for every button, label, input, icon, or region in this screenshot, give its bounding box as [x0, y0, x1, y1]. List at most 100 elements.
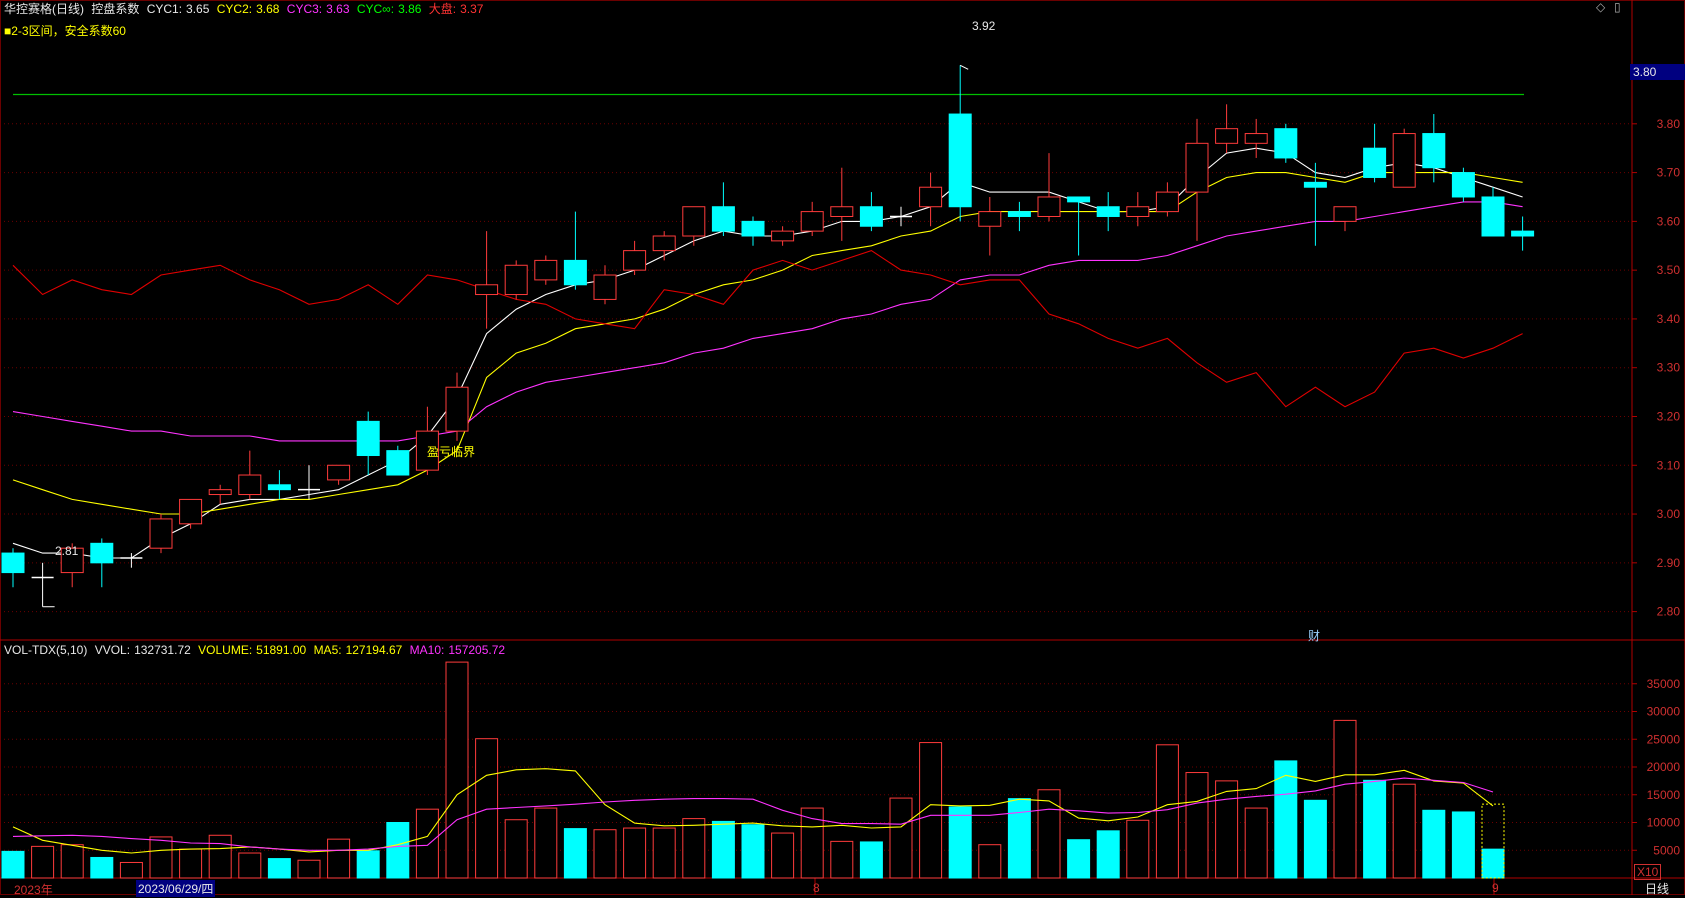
ma5-value: 127194.67 [345, 643, 403, 657]
volume-bar-up [771, 832, 795, 879]
volume-bar-up [179, 848, 203, 879]
volume-bar-up [682, 818, 706, 879]
volume-bar-down [948, 806, 972, 879]
cyc3-label: CYC3: [286, 2, 323, 16]
window-close-icon[interactable]: ▯ [1614, 0, 1621, 14]
high-price-label: 3.92 [972, 19, 996, 33]
cyc3-value: 3.63 [326, 2, 350, 16]
volume-bar-up [978, 844, 1002, 879]
candle-up [179, 498, 203, 525]
volume-bar-down [1451, 811, 1475, 879]
volume-tick-label: 10000 [1647, 816, 1681, 830]
cycinf-value: 3.86 [398, 2, 422, 16]
candle-up [1155, 191, 1179, 213]
volume-bar-down [711, 820, 735, 879]
window-restore-icon[interactable]: ◇ [1596, 0, 1605, 14]
volume-bar-down [563, 828, 587, 879]
price-tick-label: 2.90 [1657, 556, 1681, 570]
volume-label: VOLUME: [198, 643, 253, 657]
candle-down [1422, 133, 1446, 169]
volume-value: 51891.00 [256, 643, 307, 657]
volume-bar-up [889, 797, 913, 879]
ma5-label: MA5: [313, 643, 342, 657]
volume-bar-down [356, 850, 380, 879]
cyc2-line [12, 172, 1523, 515]
volume-bar-up [1185, 772, 1209, 879]
volume-bar-down [1067, 839, 1091, 879]
price-tick-label: 3.40 [1657, 312, 1681, 326]
cyc2-value: 3.68 [256, 2, 280, 16]
volume-bar-down [267, 858, 291, 879]
candle-down [1096, 206, 1120, 217]
volume-tick-label: 15000 [1647, 788, 1681, 802]
candle-up [593, 274, 617, 300]
volume-bar-up [652, 827, 676, 879]
year-label: 2023年 [14, 883, 53, 897]
current-price-tag: 3.80 [1630, 64, 1685, 80]
candle-down [1067, 196, 1091, 203]
price-tick-label: 2.80 [1657, 605, 1681, 619]
price-tick-label: 3.80 [1657, 117, 1681, 131]
volume-bar-up [593, 829, 617, 879]
candle-down [948, 113, 972, 208]
candle-up [1333, 206, 1357, 222]
price-tick-label: 3.20 [1657, 409, 1681, 423]
candle-down [859, 206, 883, 227]
volume-bar-down [1363, 779, 1387, 879]
candle-up [327, 464, 351, 481]
volume-bar-up [415, 808, 439, 879]
volume-bar-down [741, 824, 765, 879]
volume-bar-down [1, 850, 25, 879]
candle-up [919, 186, 943, 208]
ma10-value: 157205.72 [448, 643, 506, 657]
candle-down [1303, 181, 1327, 188]
candle-down [386, 450, 410, 476]
volume-bar-down [1096, 830, 1120, 879]
volume-tick-label: 20000 [1647, 760, 1681, 774]
volume-bar-up [1244, 807, 1268, 879]
candle-up [800, 211, 824, 232]
candle-down [356, 420, 380, 457]
period-label[interactable]: 日线 [1645, 880, 1669, 897]
volume-bar-up [238, 852, 262, 879]
volume-bar-down [1422, 809, 1446, 879]
dapan-label: 大盘: [428, 2, 457, 16]
volume-bar-up [149, 836, 173, 879]
volume-bar-up [1037, 789, 1061, 879]
volume-bar-up [504, 819, 528, 879]
volume-tick-label: 25000 [1647, 732, 1681, 746]
volume-bar-up [534, 807, 558, 879]
vol-indicator-name[interactable]: VOL-TDX(5,10) [4, 643, 87, 657]
dapan-value: 3.37 [460, 2, 484, 16]
candle-down [1451, 172, 1475, 198]
candle-up [1037, 196, 1061, 217]
cyc3-line [12, 201, 1523, 442]
candle-up [149, 518, 173, 549]
volume-bar-up [830, 840, 854, 879]
volume-bar-up [1333, 719, 1357, 879]
volume-bar-down [859, 841, 883, 879]
candle-up [534, 259, 558, 281]
volume-bar-up [119, 861, 143, 879]
volume-tick-label: 35000 [1647, 677, 1681, 691]
stock-title[interactable]: 华控赛格(日线) [4, 2, 84, 16]
volume-bar-up [1126, 819, 1150, 879]
month-9-label: 9 [1492, 881, 1499, 895]
zone-note: ■2-3区间，安全系数60 [4, 24, 126, 38]
volume-bar-down [1007, 798, 1031, 879]
candle-down [741, 220, 765, 237]
scale-x10[interactable]: X10 [1634, 864, 1662, 880]
volume-bar-up [1155, 744, 1179, 879]
indicator-name[interactable]: 控盘系数 [91, 2, 139, 16]
candle-down [1363, 147, 1387, 178]
volume-bar-up [31, 845, 55, 879]
breakeven-label: 盈亏临界 [427, 445, 476, 459]
finance-marker[interactable]: 财 [1308, 627, 1320, 644]
candle-down [711, 206, 735, 232]
volume-bar-down [90, 856, 114, 879]
ma10-label: MA10: [409, 643, 445, 657]
candle-up [1215, 128, 1239, 144]
candle-up [652, 235, 676, 252]
candlestick-chart[interactable]: 2.80 2.90 3.00 3.10 3.20 3.30 3.40 3.50 3.60 3.70… [0, 0, 1685, 895]
candle-up [978, 211, 1002, 227]
